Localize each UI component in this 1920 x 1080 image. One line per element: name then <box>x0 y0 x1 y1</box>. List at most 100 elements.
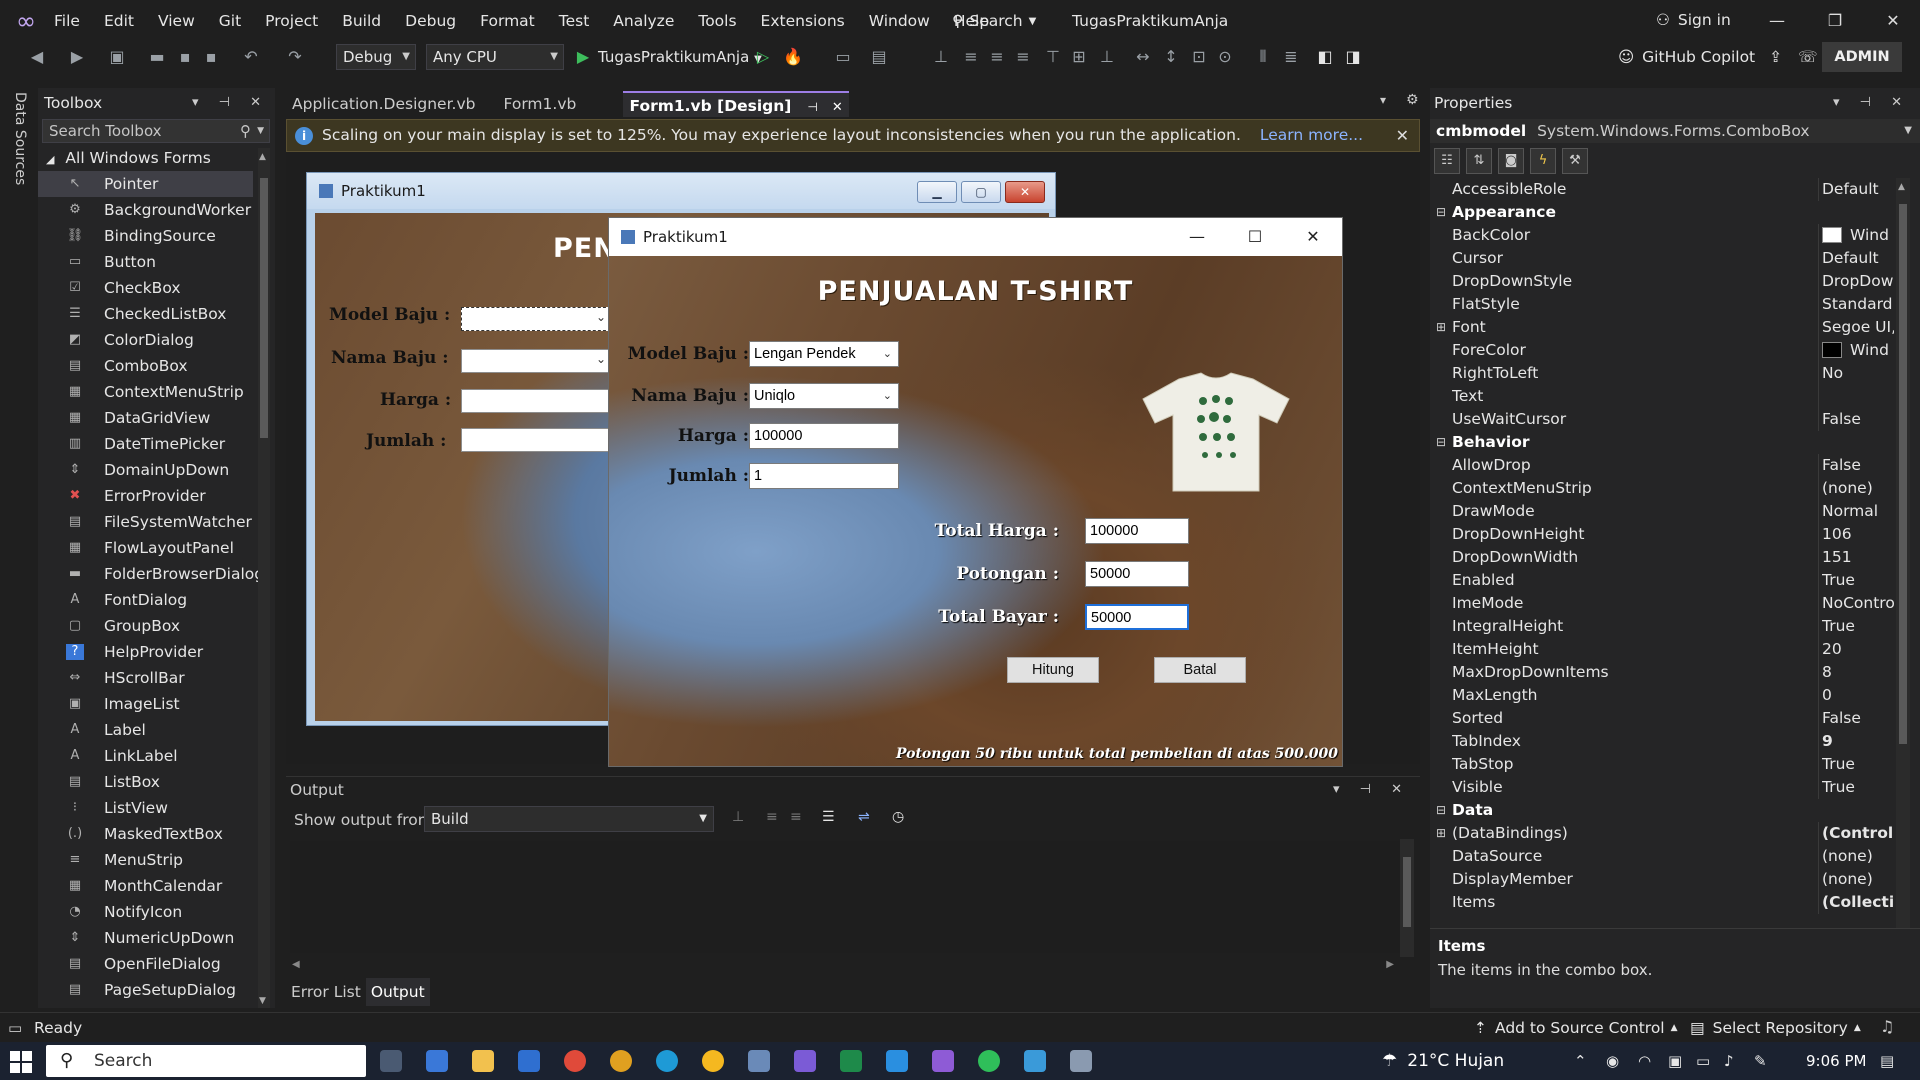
collapse-icon[interactable]: ⊟ <box>1436 799 1446 822</box>
save-all-icon[interactable]: ▪ <box>200 46 222 68</box>
solution-platform-select[interactable]: Any CPU ▼ <box>426 44 564 70</box>
taskbar-clock[interactable]: 9:06 PM <box>1806 1042 1866 1080</box>
tab-error-list[interactable]: Error List <box>286 978 366 1006</box>
scrollbar-thumb[interactable] <box>1899 204 1907 744</box>
learn-more-link[interactable]: Learn more... <box>1260 126 1363 144</box>
properties-view-icon[interactable]: ◙ <box>1498 148 1524 174</box>
batal-button[interactable]: Batal <box>1154 657 1246 683</box>
menu-format[interactable]: Format <box>468 0 547 42</box>
property-row[interactable]: ItemHeight 20 <box>1430 638 1894 661</box>
output-text-area[interactable] <box>290 841 1400 953</box>
visual-studio-icon[interactable] <box>932 1050 954 1072</box>
toolbox-item-folderbrowserdialog[interactable]: ▬ FolderBrowserDialog <box>38 561 264 587</box>
property-row[interactable]: ContextMenuStrip (none) <box>1430 477 1894 500</box>
edge-icon[interactable] <box>656 1050 678 1072</box>
property-row[interactable]: DataSource (none) <box>1430 845 1894 868</box>
battery-icon[interactable]: ▭ <box>1696 1052 1710 1070</box>
weather-widget[interactable]: ☂ 21°C Hujan <box>1382 1042 1504 1080</box>
output-vertical-scrollbar[interactable] <box>1400 839 1414 957</box>
microsoft-store-icon[interactable] <box>518 1050 540 1072</box>
copilot-app-icon[interactable] <box>426 1050 448 1072</box>
property-row[interactable]: MaxDropDownItems 8 <box>1430 661 1894 684</box>
undo-icon[interactable]: ↶ <box>240 46 262 68</box>
bring-to-front-icon[interactable]: ◧ <box>1314 46 1336 68</box>
close-icon[interactable]: ✕ <box>1396 120 1409 151</box>
new-project-icon[interactable]: ▣ <box>106 46 128 68</box>
property-value[interactable]: Default <box>1822 178 1894 201</box>
total-bayar-textbox[interactable]: 50000 <box>1085 604 1189 630</box>
property-row[interactable]: FlatStyle Standard <box>1430 293 1894 316</box>
toolbox-item-imagelist[interactable]: ▣ ImageList <box>38 691 253 717</box>
property-value[interactable]: False <box>1822 707 1894 730</box>
expand-icon[interactable]: ⊞ <box>1436 822 1446 845</box>
toolbox-scrollbar[interactable]: ▲ ▼ <box>258 148 270 1008</box>
align-bottom-icon[interactable]: ⊥ <box>1096 46 1118 68</box>
property-row[interactable]: MaxLength 0 <box>1430 684 1894 707</box>
file-explorer-icon[interactable] <box>472 1050 494 1072</box>
property-value[interactable]: True <box>1822 615 1894 638</box>
github-copilot-button[interactable]: ☺ GitHub Copilot ⇪ ☏ <box>1618 44 1818 70</box>
make-same-height-icon[interactable]: ↕ <box>1160 46 1182 68</box>
property-value[interactable]: No <box>1822 362 1894 385</box>
menu-file[interactable]: File <box>42 0 92 42</box>
jumlah-textbox[interactable]: 1 <box>749 463 899 489</box>
property-row[interactable]: Visible True <box>1430 776 1894 799</box>
solution-configuration-select[interactable]: Debug ▼ <box>336 44 416 70</box>
categorized-icon[interactable]: ☷ <box>1434 148 1460 174</box>
windows-start-icon[interactable] <box>10 1051 32 1073</box>
app-icon-2[interactable] <box>794 1050 816 1072</box>
property-value[interactable]: Default <box>1822 247 1894 270</box>
alphabetical-icon[interactable]: ⇅ <box>1466 148 1492 174</box>
tray-record-icon[interactable]: ◉ <box>1606 1052 1619 1070</box>
whatsapp-icon[interactable] <box>978 1050 1000 1072</box>
property-value[interactable]: Standard <box>1822 293 1894 316</box>
property-row[interactable]: ⊞ Font Segoe UI, <box>1430 316 1894 339</box>
redo-icon[interactable]: ↷ <box>284 46 306 68</box>
property-row[interactable]: TabStop True <box>1430 753 1894 776</box>
chrome-icon[interactable] <box>564 1050 586 1072</box>
toolbox-item-checkedlistbox[interactable]: ☰ CheckedListBox <box>38 301 253 327</box>
scrollbar-thumb[interactable] <box>260 178 268 438</box>
toolbox-item-fontdialog[interactable]: A FontDialog <box>38 587 253 613</box>
harga-textbox[interactable]: 100000 <box>749 423 899 449</box>
toolbox-item-openfiledialog[interactable]: ▤ OpenFileDialog <box>38 951 253 977</box>
layout-icon[interactable]: ▤ <box>868 46 890 68</box>
restore-button[interactable]: ❐ <box>1806 0 1864 42</box>
word-wrap-icon[interactable]: ⇌ <box>858 809 870 825</box>
menu-window[interactable]: Window <box>857 0 942 42</box>
property-category[interactable]: ⊟ Data <box>1430 799 1894 822</box>
start-without-debugging-icon[interactable]: ▷ <box>752 46 774 68</box>
notification-icon[interactable]: ▭ <box>8 1019 22 1037</box>
property-value[interactable]: Normal <box>1822 500 1894 523</box>
prev-message-icon[interactable]: ≡ <box>766 809 778 825</box>
toolbox-item-groupbox[interactable]: ▢ GroupBox <box>38 613 253 639</box>
designer-label-nama[interactable]: Nama Baju : <box>331 348 449 368</box>
property-value[interactable]: False <box>1822 408 1894 431</box>
menu-git[interactable]: Git <box>207 0 253 42</box>
scroll-left-icon[interactable]: ◀ <box>292 959 300 970</box>
tab-form1-vb[interactable]: Form1.vb <box>497 91 607 117</box>
toolbox-item-label[interactable]: A Label <box>38 717 253 743</box>
collapse-icon[interactable]: ⊟ <box>1436 431 1446 454</box>
output-horizontal-scrollbar[interactable]: ◀ ▶ <box>292 959 1394 973</box>
events-icon[interactable]: ϟ <box>1530 148 1556 174</box>
app-icon-1[interactable] <box>748 1050 770 1072</box>
toolbox-item-menustrip[interactable]: ≡ MenuStrip <box>38 847 253 873</box>
property-value[interactable]: (none) <box>1822 845 1894 868</box>
designer-textbox-harga[interactable] <box>461 389 611 413</box>
property-row[interactable]: IntegralHeight True <box>1430 615 1894 638</box>
toolbox-item-notifyicon[interactable]: ◔ NotifyIcon <box>38 899 253 925</box>
designer-combo-model-selected[interactable]: ⌄ <box>461 307 611 331</box>
add-to-source-control-button[interactable]: ⇡ Add to Source Control ▲ <box>1474 1013 1678 1043</box>
property-row[interactable]: Text <box>1430 385 1894 408</box>
menu-analyze[interactable]: Analyze <box>601 0 686 42</box>
property-value[interactable]: (Collectio <box>1822 891 1894 914</box>
menu-test[interactable]: Test <box>547 0 602 42</box>
menu-project[interactable]: Project <box>253 0 330 42</box>
toolbox-item-filesystemwatcher[interactable]: ▤ FileSystemWatcher <box>38 509 253 535</box>
toolbox-item-numericupdown[interactable]: ⇕ NumericUpDown <box>38 925 253 951</box>
minimize-button[interactable]: — <box>1748 0 1806 42</box>
total-harga-textbox[interactable]: 100000 <box>1085 518 1189 544</box>
property-row[interactable]: TabIndex 9 <box>1430 730 1894 753</box>
property-value[interactable]: True <box>1822 776 1894 799</box>
